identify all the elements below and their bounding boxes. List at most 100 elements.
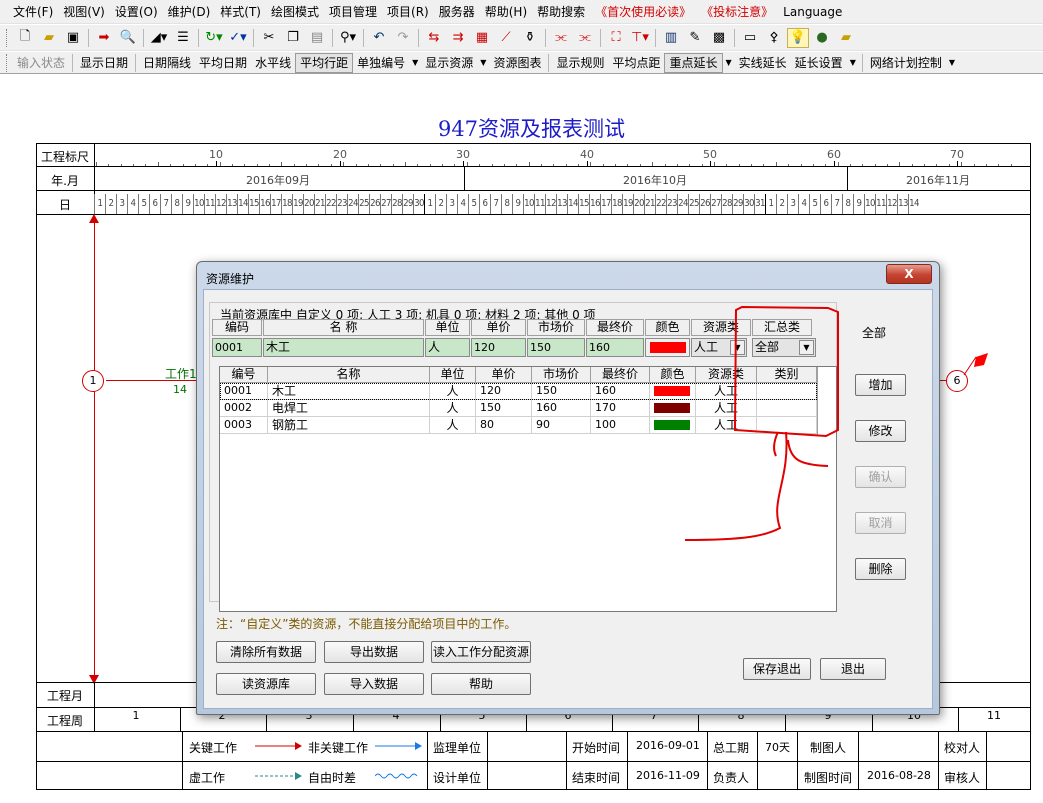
column-header-type[interactable]: 资源类: [696, 367, 757, 383]
read-library-button[interactable]: 读资源库: [216, 673, 316, 695]
table-cell[interactable]: [757, 400, 817, 417]
table-cell[interactable]: 170: [591, 400, 650, 417]
idea-icon[interactable]: 💡: [787, 27, 809, 48]
folder-icon[interactable]: ▰: [835, 28, 857, 48]
clear-all-button[interactable]: 清除所有数据: [216, 641, 316, 663]
horizontal-line-button[interactable]: 水平线: [251, 53, 295, 73]
cut-icon[interactable]: ✂: [258, 28, 280, 48]
column-header-color[interactable]: 颜色: [650, 367, 696, 383]
save-exit-button[interactable]: 保存退出: [743, 658, 811, 680]
final-price-field[interactable]: 160: [586, 338, 644, 357]
calc-icon[interactable]: ▩: [708, 28, 730, 48]
table-cell[interactable]: 160: [532, 400, 591, 417]
globe-icon[interactable]: ●: [811, 28, 833, 48]
table-cell[interactable]: [757, 417, 817, 434]
table-cell[interactable]: 0002: [220, 400, 268, 417]
network-icon[interactable]: ⇆: [423, 28, 445, 48]
menu-style[interactable]: 样式(T): [215, 3, 266, 20]
menu-draw-mode[interactable]: 绘图模式: [266, 3, 324, 20]
refresh-icon[interactable]: ↻▾: [203, 28, 225, 48]
table-cell[interactable]: 90: [532, 417, 591, 434]
print-preview-icon[interactable]: 🔍: [117, 28, 139, 48]
menu-server[interactable]: 服务器: [434, 3, 480, 20]
price-field[interactable]: 120: [471, 338, 526, 357]
split-icon[interactable]: ⫘: [550, 28, 572, 48]
import-data-button[interactable]: 导入数据: [324, 673, 424, 695]
add-button[interactable]: 增加: [855, 374, 906, 396]
new-icon[interactable]: 🗋: [14, 28, 36, 48]
show-date-button[interactable]: 显示日期: [76, 53, 132, 73]
delete-button[interactable]: 删除: [855, 558, 906, 580]
show-rules-button[interactable]: 显示规则: [552, 53, 608, 73]
menu-help-search[interactable]: 帮助搜索: [532, 3, 590, 20]
menu-file[interactable]: 文件(F): [8, 3, 58, 20]
resource-table[interactable]: 编号 名称 单位 单价 市场价 最终价 颜色 资源类 类别 0001 木工 人 …: [219, 366, 837, 612]
lamp-icon[interactable]: ⚴: [763, 28, 785, 48]
column-header-category[interactable]: 类别: [757, 367, 817, 383]
exit-button[interactable]: 退出: [820, 658, 886, 680]
table-cell[interactable]: [650, 400, 696, 417]
key-extend-button[interactable]: 重点延长: [664, 52, 723, 73]
solid-extend-button[interactable]: 实线延长: [735, 53, 791, 73]
color-picker[interactable]: [645, 338, 690, 357]
find-icon[interactable]: ⚲▾: [337, 28, 359, 48]
redo-icon[interactable]: ↷: [392, 28, 414, 48]
menu-view[interactable]: 视图(V): [58, 3, 110, 20]
chevron-down-icon[interactable]: ▼: [409, 58, 421, 67]
date-gridline-button[interactable]: 日期隔线: [139, 53, 195, 73]
table-cell[interactable]: 100: [591, 417, 650, 434]
name-field[interactable]: 木工: [263, 338, 424, 357]
table-cell[interactable]: 人: [430, 400, 476, 417]
table-cell[interactable]: 人工: [696, 400, 757, 417]
table-cell[interactable]: [650, 417, 696, 434]
copy-icon[interactable]: ❐: [282, 28, 304, 48]
export-icon[interactable]: ➡: [93, 28, 115, 48]
table-icon[interactable]: ▦: [471, 28, 493, 48]
work-name-label[interactable]: 工作1: [165, 365, 197, 382]
column-header-final[interactable]: 最终价: [591, 367, 650, 383]
table-cell[interactable]: 0003: [220, 417, 268, 434]
average-point-spacing-button[interactable]: 平均点距: [608, 53, 664, 73]
table-cell[interactable]: 电焊工: [268, 400, 430, 417]
average-date-button[interactable]: 平均日期: [195, 53, 251, 73]
input-state-button[interactable]: 输入状态: [13, 53, 69, 73]
table-cell[interactable]: 人工: [696, 417, 757, 434]
check-icon[interactable]: ✓▾: [227, 28, 249, 48]
undo-icon[interactable]: ↶: [368, 28, 390, 48]
column-header-unit[interactable]: 单位: [430, 367, 476, 383]
chevron-down-icon[interactable]: ▼: [730, 340, 745, 355]
extend-settings-button[interactable]: 延长设置: [791, 53, 847, 73]
menu-project[interactable]: 项目(R): [382, 3, 434, 20]
network-plan-control-button[interactable]: 网络计划控制: [866, 53, 946, 73]
save-icon[interactable]: ▣: [62, 28, 84, 48]
table-cell[interactable]: 钢筋工: [268, 417, 430, 434]
modify-button[interactable]: 修改: [855, 420, 906, 442]
library-icon[interactable]: ▥: [660, 28, 682, 48]
table-cell[interactable]: 150: [476, 400, 532, 417]
toolbar-grip[interactable]: [6, 28, 9, 47]
show-resource-button[interactable]: 显示资源: [421, 53, 477, 73]
menu-language[interactable]: Language: [778, 5, 847, 19]
menu-settings[interactable]: 设置(O): [110, 3, 163, 20]
export-data-button[interactable]: 导出数据: [324, 641, 424, 663]
market-price-field[interactable]: 150: [527, 338, 585, 357]
chevron-down-icon[interactable]: ▼: [723, 58, 735, 67]
screen-icon[interactable]: ▭: [739, 28, 761, 48]
menu-bid-notice[interactable]: 《投标注意》: [696, 3, 778, 20]
tools-icon[interactable]: ✎: [684, 28, 706, 48]
line-style-icon[interactable]: ◢▾: [148, 28, 170, 48]
column-header-price[interactable]: 单价: [476, 367, 532, 383]
bar-icon[interactable]: ⇉: [447, 28, 469, 48]
join-icon[interactable]: ⫘: [574, 28, 596, 48]
confirm-button[interactable]: 确认: [855, 466, 906, 488]
help-button[interactable]: 帮助: [431, 673, 531, 695]
chevron-down-icon[interactable]: ▼: [477, 58, 489, 67]
open-icon[interactable]: ▰: [38, 28, 60, 48]
chart-icon[interactable]: ⛶: [605, 28, 627, 48]
unit-field[interactable]: 人: [425, 338, 470, 357]
chevron-down-icon[interactable]: ▼: [847, 58, 859, 67]
paste-icon[interactable]: ▤: [306, 28, 328, 48]
average-row-spacing-button[interactable]: 平均行距: [295, 52, 354, 73]
resource-chart-button[interactable]: 资源图表: [489, 53, 545, 73]
column-header-name[interactable]: 名称: [268, 367, 430, 383]
